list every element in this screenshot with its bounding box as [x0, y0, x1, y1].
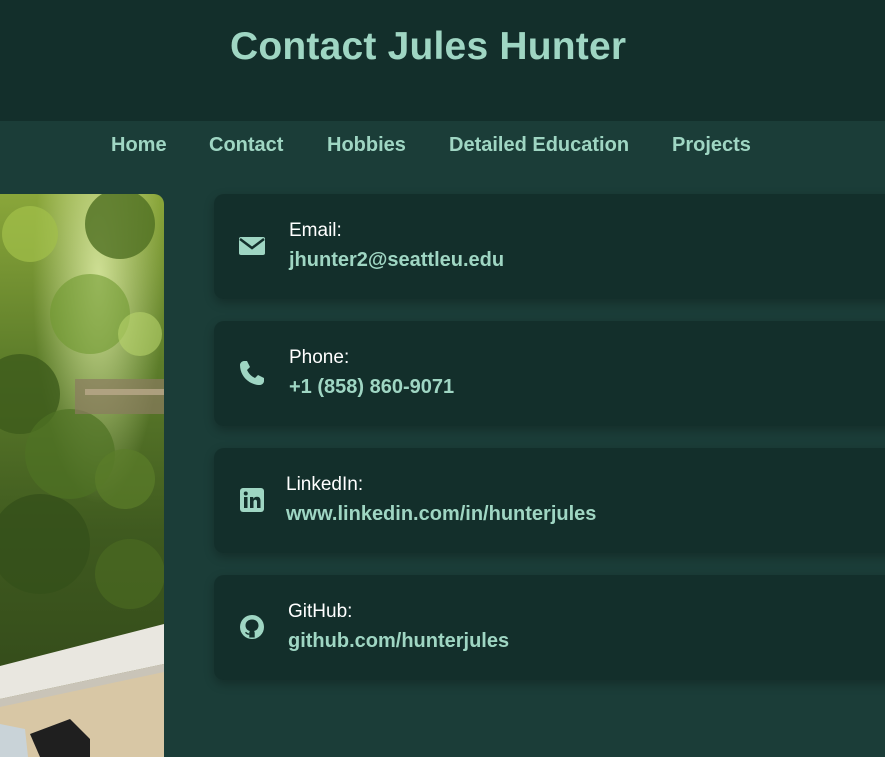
- email-link[interactable]: jhunter2@seattleu.edu: [289, 249, 504, 272]
- nav-projects[interactable]: Projects: [672, 134, 751, 157]
- main-nav: Home Contact Hobbies Detailed Education …: [0, 121, 885, 171]
- nav-hobbies[interactable]: Hobbies: [327, 134, 406, 157]
- phone-label: Phone:: [289, 347, 350, 368]
- contact-card-email: Email: jhunter2@seattleu.edu: [214, 194, 885, 299]
- linkedin-icon: [238, 486, 266, 514]
- contact-card-github: GitHub: github.com/hunterjules: [214, 575, 885, 680]
- linkedin-label: LinkedIn:: [286, 474, 364, 495]
- envelope-icon: [238, 232, 266, 260]
- linkedin-link[interactable]: www.linkedin.com/in/hunterjules: [286, 503, 596, 526]
- nav-home[interactable]: Home: [111, 134, 167, 157]
- phone-link[interactable]: +1 (858) 860-9071: [289, 376, 454, 399]
- phone-icon: [238, 359, 266, 387]
- github-label: GitHub:: [288, 601, 353, 622]
- page-title: Contact Jules Hunter: [230, 25, 627, 68]
- email-label: Email:: [289, 220, 342, 241]
- github-link[interactable]: github.com/hunterjules: [288, 630, 509, 653]
- page-header: Contact Jules Hunter: [0, 0, 885, 121]
- contact-card-linkedin: LinkedIn: www.linkedin.com/in/hunterjule…: [214, 448, 885, 553]
- nav-detailed-education[interactable]: Detailed Education: [449, 134, 629, 157]
- contact-card-phone: Phone: +1 (858) 860-9071: [214, 321, 885, 426]
- profile-photo: [0, 194, 164, 757]
- github-icon: [238, 613, 266, 641]
- nav-contact[interactable]: Contact: [209, 134, 283, 157]
